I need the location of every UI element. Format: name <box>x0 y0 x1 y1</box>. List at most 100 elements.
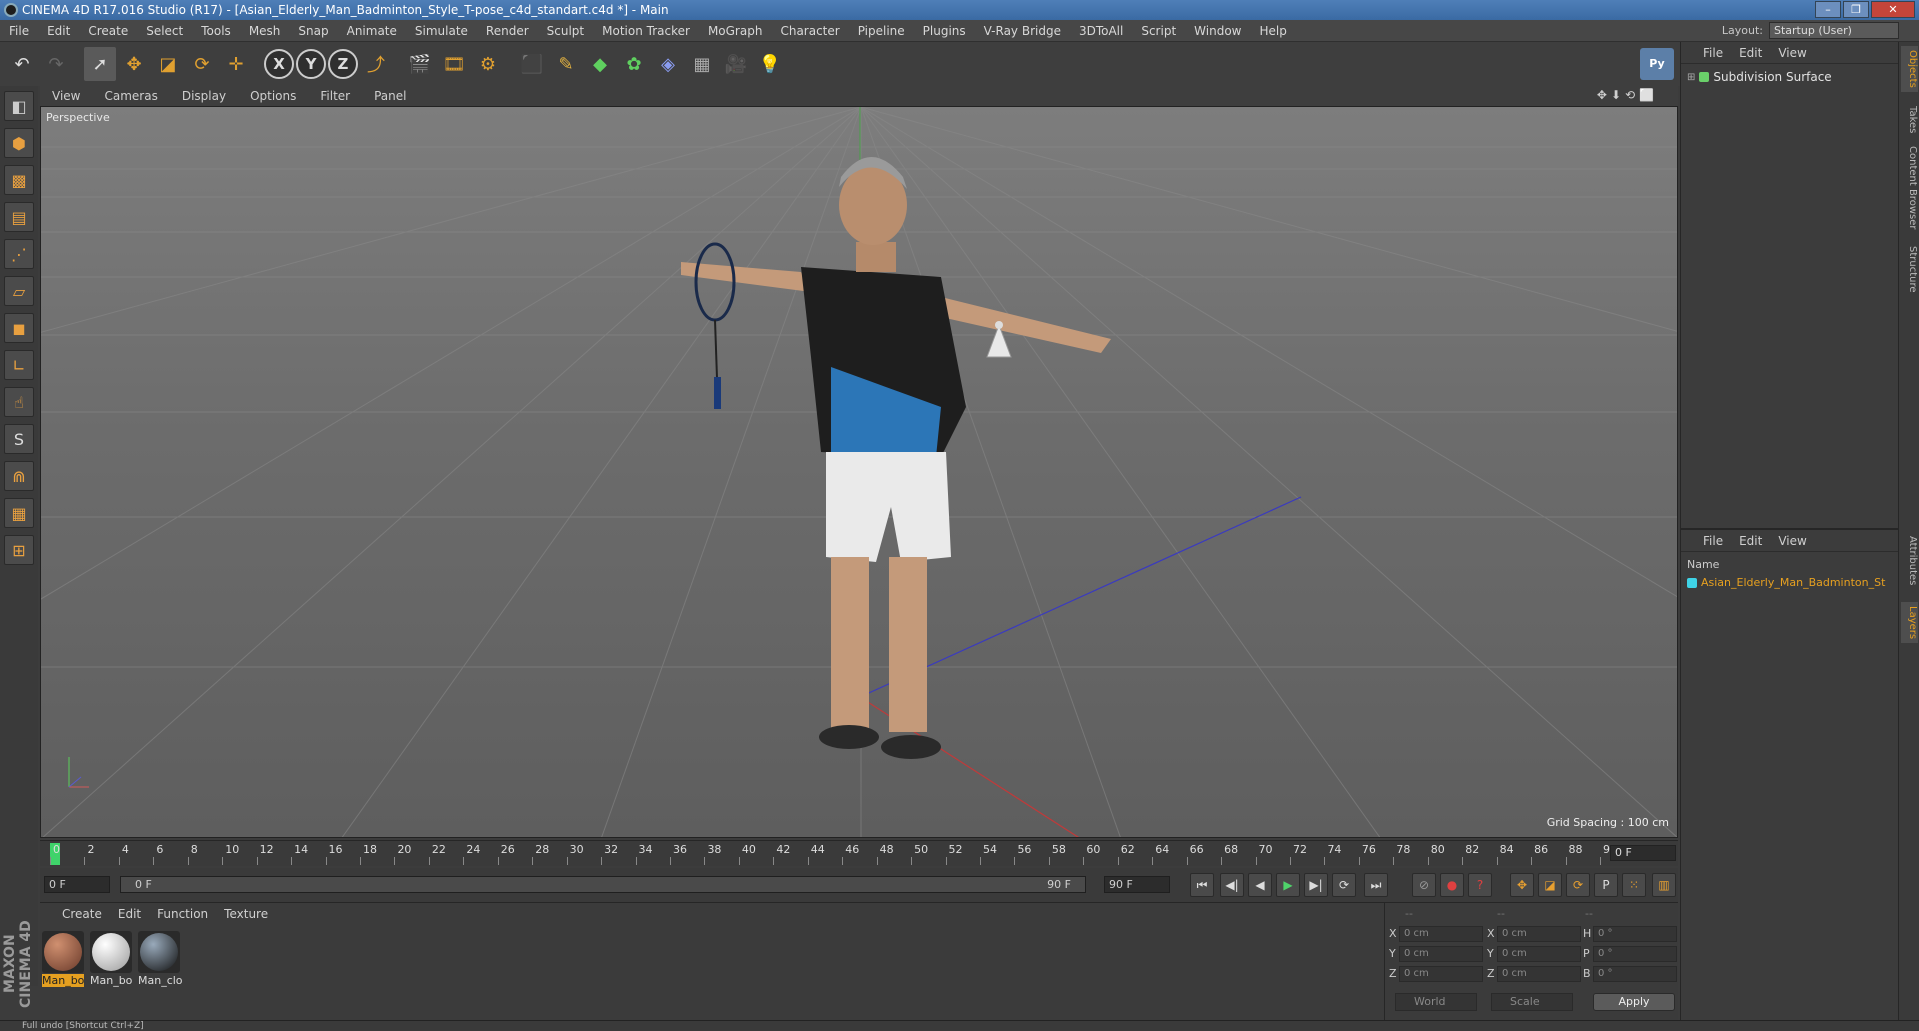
menu-motion-tracker[interactable]: Motion Tracker <box>593 20 699 42</box>
perspective-viewport[interactable]: Perspective Grid Spacing : 100 cm <box>40 106 1678 838</box>
object-row-subdivision-surface[interactable]: ⊞ Subdivision Surface <box>1687 70 1832 84</box>
viewport-menu-cameras[interactable]: Cameras <box>92 89 169 103</box>
python-icon[interactable]: Py <box>1640 48 1674 80</box>
menu-character[interactable]: Character <box>771 20 848 42</box>
layer-menu-file[interactable]: File <box>1695 534 1731 548</box>
tab-content-browser[interactable]: Content Browser <box>1901 142 1918 233</box>
tab-layers[interactable]: Layers <box>1901 602 1918 644</box>
render-settings-icon[interactable]: ⚙ <box>472 47 504 81</box>
render-picture-viewer-icon[interactable]: 🎞 <box>438 47 470 81</box>
make-editable-icon[interactable]: ◧ <box>4 91 34 121</box>
menu-edit[interactable]: Edit <box>38 20 79 42</box>
cloner-icon[interactable]: ✿ <box>618 47 650 81</box>
axis-mode-icon[interactable]: ∟ <box>4 350 34 380</box>
rotation-p-field[interactable]: 0 ° <box>1593 946 1677 962</box>
snap-magnet-icon[interactable]: ⋒ <box>4 461 34 491</box>
tweak-mode-icon[interactable]: ☝ <box>4 387 34 417</box>
maximize-button[interactable]: ❐ <box>1843 1 1869 18</box>
rotate-tool-icon[interactable]: ⟳ <box>186 47 218 81</box>
motion-record-icon[interactable]: ⊘ <box>1412 873 1436 897</box>
lock-x-axis-icon[interactable]: X <box>264 49 294 79</box>
material-swatch[interactable]: Man_clo <box>138 931 183 987</box>
cube-object-icon[interactable]: ⬛ <box>516 47 548 81</box>
expand-icon[interactable]: ⊞ <box>1687 72 1695 83</box>
size-y-field[interactable]: 0 cm <box>1497 946 1581 962</box>
timeline-ruler[interactable]: 0 2 4 6 8 10 12 14 16 18 20 22 24 26 28 30 32 34 36 38 40 42 4… <box>40 840 1678 866</box>
select-tool-icon[interactable]: ➚ <box>84 47 116 81</box>
go-to-end-icon[interactable]: ⏭ <box>1364 873 1388 897</box>
position-x-field[interactable]: 0 cm <box>1399 926 1483 942</box>
camera-icon[interactable]: 🎥 <box>720 47 752 81</box>
menu-mograph[interactable]: MoGraph <box>699 20 772 42</box>
points-mode-icon[interactable]: ⋰ <box>4 239 34 269</box>
coordinate-mode-dropdown[interactable]: World <box>1395 993 1477 1011</box>
viewport-menu-filter[interactable]: Filter <box>308 89 362 103</box>
next-key-icon[interactable]: ⟳ <box>1332 873 1356 897</box>
key-rotation-icon[interactable]: ⟳ <box>1566 873 1590 897</box>
menu-script[interactable]: Script <box>1132 20 1185 42</box>
size-x-field[interactable]: 0 cm <box>1497 926 1581 942</box>
menu-file[interactable]: File <box>0 20 38 42</box>
material-swatch[interactable]: Man_bo <box>90 931 132 987</box>
menu-mesh[interactable]: Mesh <box>240 20 290 42</box>
tab-structure[interactable]: Structure <box>1901 242 1918 297</box>
deformer-icon[interactable]: ◈ <box>652 47 684 81</box>
locked-workplane-icon[interactable]: ▦ <box>4 498 34 528</box>
material-menu-create[interactable]: Create <box>54 907 110 921</box>
minimize-button[interactable]: – <box>1815 1 1841 18</box>
position-y-field[interactable]: 0 cm <box>1399 946 1483 962</box>
autokey-icon[interactable]: ? <box>1468 873 1492 897</box>
key-scale-icon[interactable]: ◪ <box>1538 873 1562 897</box>
subdivision-nurbs-icon[interactable]: ◆ <box>584 47 616 81</box>
menu-simulate[interactable]: Simulate <box>406 20 477 42</box>
viewport-menu-panel[interactable]: Panel <box>362 89 418 103</box>
position-z-field[interactable]: 0 cm <box>1399 966 1483 982</box>
menu-3dtoall[interactable]: 3DToAll <box>1070 20 1132 42</box>
undo-icon[interactable]: ↶ <box>6 47 38 81</box>
menu-select[interactable]: Select <box>137 20 192 42</box>
menu-plugins[interactable]: Plugins <box>914 20 975 42</box>
layer-menu-edit[interactable]: Edit <box>1731 534 1770 548</box>
object-menu-view[interactable]: View <box>1770 46 1814 60</box>
key-position-icon[interactable]: ✥ <box>1510 873 1534 897</box>
menu-sculpt[interactable]: Sculpt <box>538 20 593 42</box>
object-menu-edit[interactable]: Edit <box>1731 46 1770 60</box>
scale-tool-icon[interactable]: ◪ <box>152 47 184 81</box>
previous-frame-icon[interactable]: ◀ <box>1248 873 1272 897</box>
workplane-icon[interactable]: ▤ <box>4 202 34 232</box>
viewport-menu-view[interactable]: View <box>40 89 92 103</box>
lock-z-axis-icon[interactable]: Z <box>328 49 358 79</box>
live-move-icon[interactable]: ✛ <box>220 47 252 81</box>
menu-animate[interactable]: Animate <box>338 20 406 42</box>
polygons-mode-icon[interactable]: ◼ <box>4 313 34 343</box>
key-parameter-icon[interactable]: P <box>1594 873 1618 897</box>
menu-help[interactable]: Help <box>1250 20 1295 42</box>
timeline-window-icon[interactable]: ▥ <box>1652 873 1676 897</box>
rotation-b-field[interactable]: 0 ° <box>1593 966 1677 982</box>
layer-row[interactable]: Asian_Elderly_Man_Badminton_St <box>1687 576 1885 589</box>
rotation-h-field[interactable]: 0 ° <box>1593 926 1677 942</box>
material-swatch[interactable]: Man_bo <box>42 931 84 987</box>
go-to-start-icon[interactable]: ⏮ <box>1190 873 1214 897</box>
menu-tools[interactable]: Tools <box>192 20 240 42</box>
current-frame-field[interactable]: 0 F <box>1610 845 1676 861</box>
spline-pen-icon[interactable]: ✎ <box>550 47 582 81</box>
viewport-menu-display[interactable]: Display <box>170 89 238 103</box>
menu-create[interactable]: Create <box>79 20 137 42</box>
menu-window[interactable]: Window <box>1185 20 1250 42</box>
redo-icon[interactable]: ↷ <box>40 47 72 81</box>
edges-mode-icon[interactable]: ▱ <box>4 276 34 306</box>
menu-pipeline[interactable]: Pipeline <box>849 20 914 42</box>
solo-mode-icon[interactable]: S <box>4 424 34 454</box>
render-view-icon[interactable]: 🎬 <box>404 47 436 81</box>
viewport-menu-options[interactable]: Options <box>238 89 308 103</box>
character-model[interactable] <box>681 157 1111 759</box>
tab-attributes[interactable]: Attributes <box>1901 532 1918 589</box>
key-pla-icon[interactable]: ⁙ <box>1622 873 1646 897</box>
material-menu-edit[interactable]: Edit <box>110 907 149 921</box>
light-icon[interactable]: 💡 <box>754 47 786 81</box>
object-menu-file[interactable]: File <box>1695 46 1731 60</box>
previous-key-icon[interactable]: ◀| <box>1220 873 1244 897</box>
record-keys-icon[interactable]: ● <box>1440 873 1464 897</box>
material-menu-function[interactable]: Function <box>149 907 216 921</box>
